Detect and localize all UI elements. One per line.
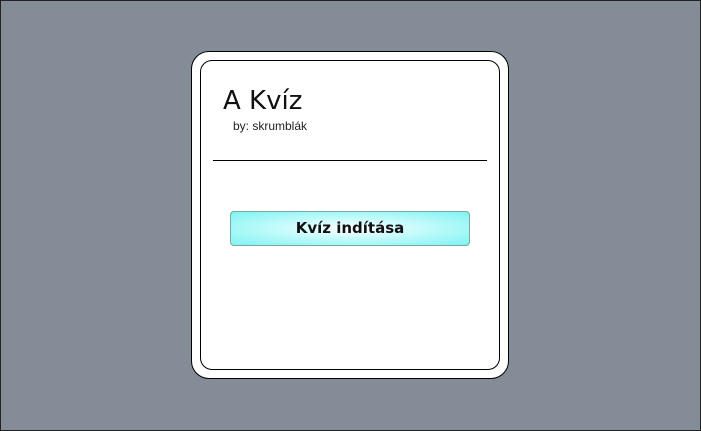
page-background: A Kvíz by: skrumblák Kvíz indítása: [0, 0, 701, 431]
quiz-card: A Kvíz by: skrumblák Kvíz indítása: [191, 51, 509, 379]
quiz-title: A Kvíz: [223, 86, 303, 116]
start-quiz-button[interactable]: Kvíz indítása: [230, 211, 470, 246]
quiz-author: by: skrumblák: [233, 119, 308, 133]
header-divider: [213, 160, 487, 161]
quiz-card-inner-frame: A Kvíz by: skrumblák Kvíz indítása: [200, 60, 500, 370]
